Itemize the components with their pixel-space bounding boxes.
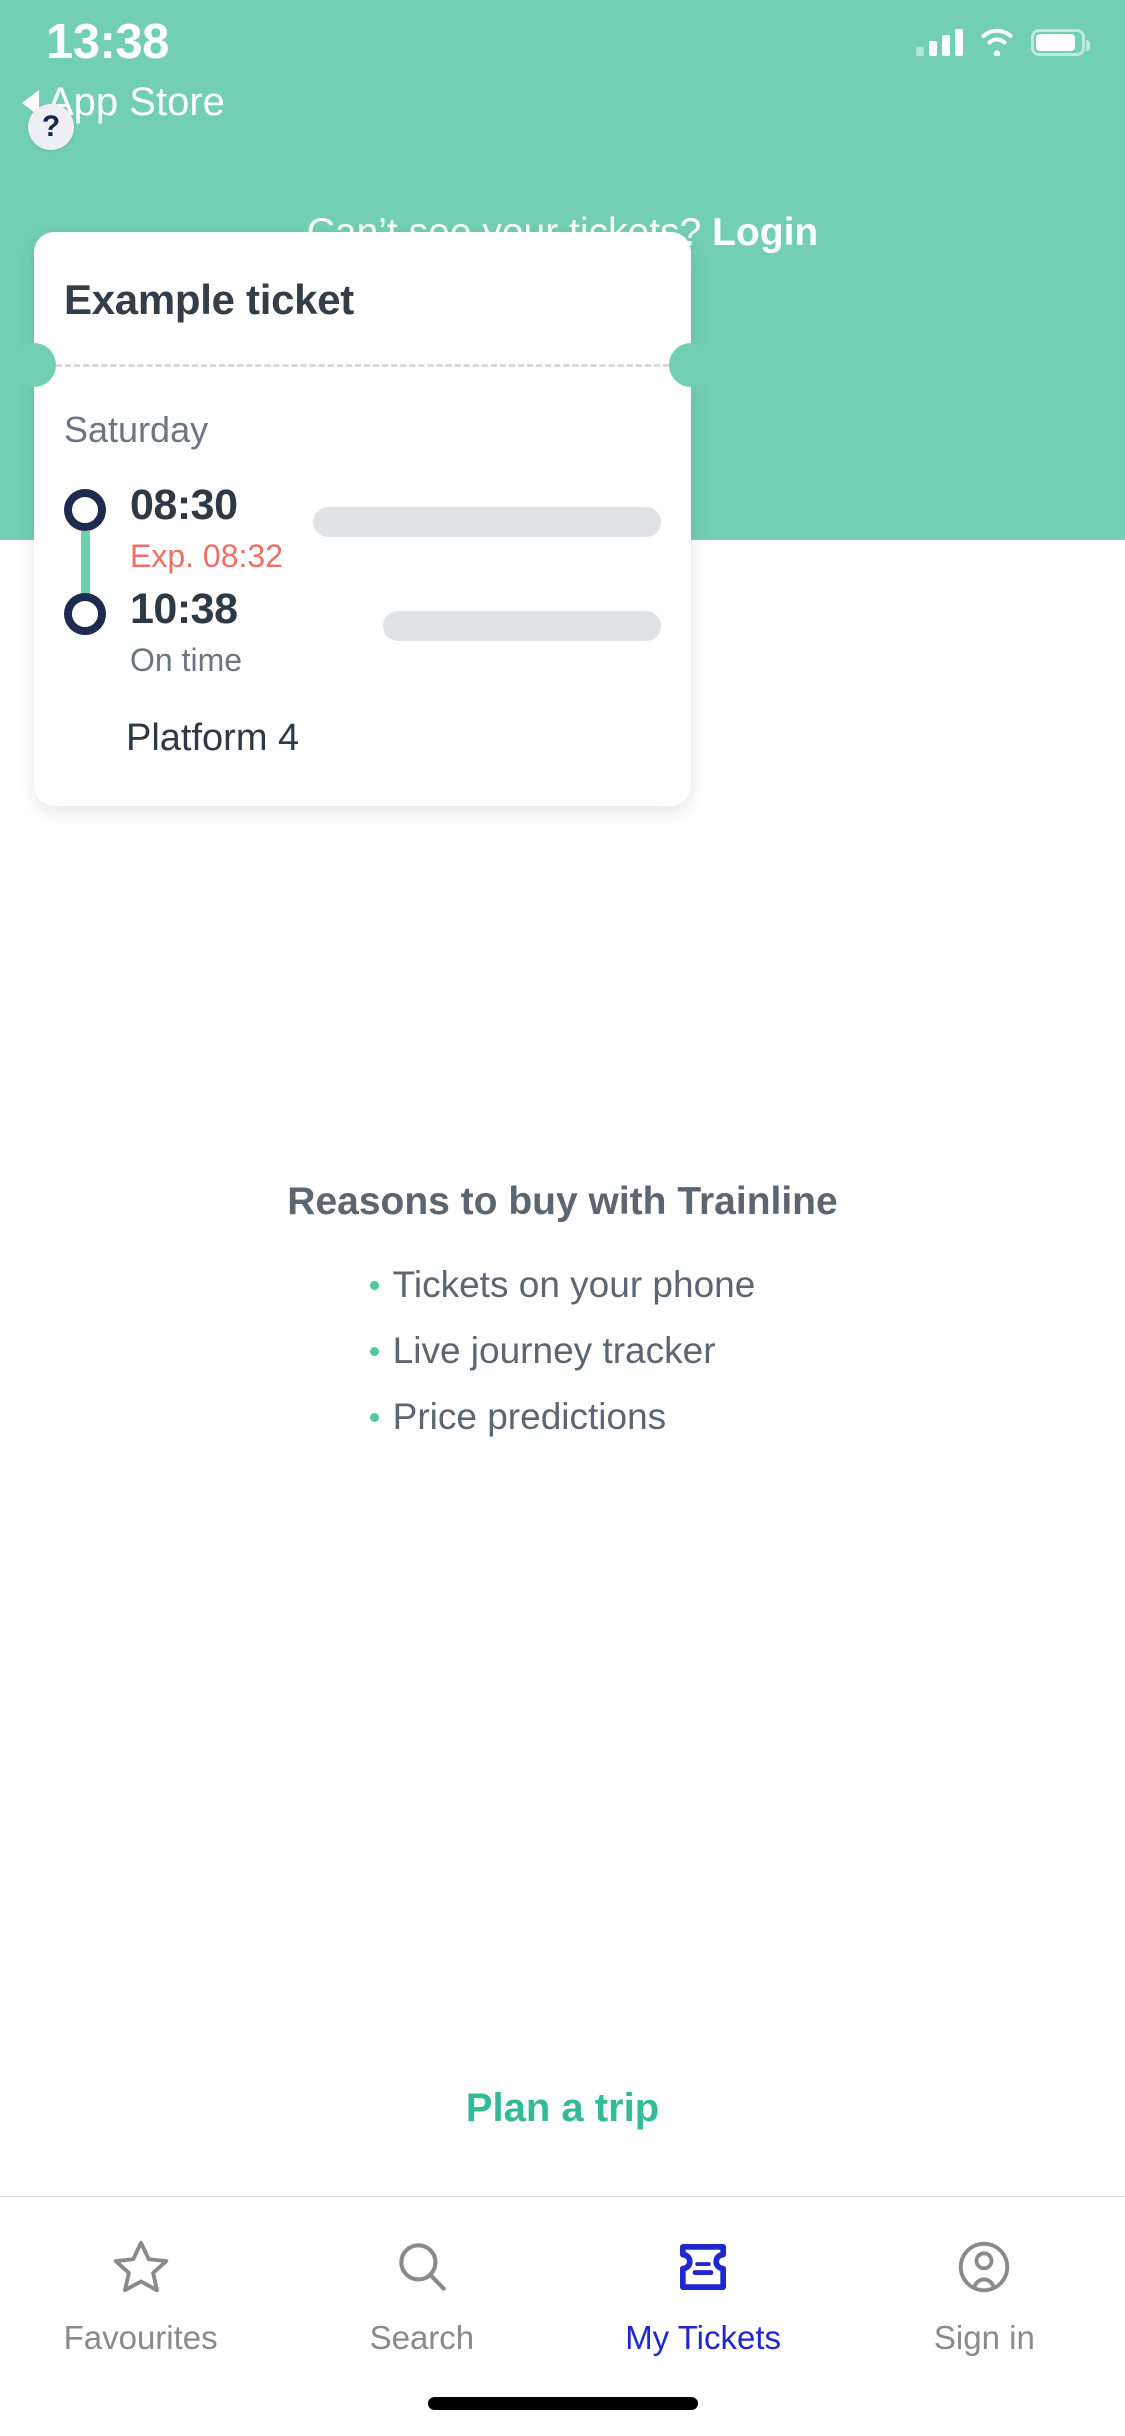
ticket-icon [672, 2233, 734, 2301]
question-mark-icon: ? [41, 110, 61, 143]
status-bar-time: 13:38 [46, 15, 169, 69]
plan-a-trip-button[interactable]: Plan a trip [0, 2086, 1125, 2131]
help-button[interactable]: ? [28, 104, 74, 150]
leg-departure-time: 08:30 [130, 481, 238, 529]
reason-label: Live journey tracker [392, 1330, 716, 1371]
station-name-placeholder [313, 507, 661, 537]
reason-item: Live journey tracker [369, 1318, 756, 1384]
leg-status: On time [130, 642, 243, 679]
reasons-section: Reasons to buy with Trainline Tickets on… [0, 1180, 1125, 1450]
platform-label: Platform 4 [126, 717, 300, 759]
reasons-heading: Reasons to buy with Trainline [287, 1180, 838, 1223]
person-circle-icon [953, 2233, 1015, 2301]
perforation-notch-right [669, 343, 713, 387]
leg-arrival-time: 10:38 [130, 585, 238, 633]
station-name-placeholder [383, 611, 661, 641]
leg-marker-column [64, 587, 126, 635]
leg-info: 10:38 On time [126, 585, 383, 679]
bullet-icon [369, 1280, 379, 1290]
station-dot-icon [64, 593, 106, 635]
back-label: App Store [47, 80, 225, 124]
login-link[interactable]: Login [712, 211, 818, 254]
bullet-icon [369, 1346, 379, 1356]
reasons-list: Tickets on your phone Live journey track… [369, 1252, 756, 1450]
leg-marker-column [64, 483, 126, 635]
reason-label: Tickets on your phone [392, 1264, 756, 1305]
journey-legs: 08:30 Exp. 08:32 10:38 On time [64, 481, 661, 691]
leg-station-placeholder-wrap [313, 483, 661, 537]
search-icon [391, 2233, 453, 2301]
perforation-notch-left [12, 343, 56, 387]
tab-favourites[interactable]: Favourites [0, 2197, 281, 2357]
tab-label: Sign in [933, 2319, 1035, 2356]
home-indicator [427, 2397, 698, 2410]
tab-sign-in[interactable]: Sign in [844, 2197, 1125, 2357]
example-ticket-card[interactable]: Example ticket Saturday 08:30 Exp. 08:32 [12, 232, 713, 806]
journey-day: Saturday [64, 409, 209, 450]
ticket-perforation-divider [12, 343, 713, 387]
tab-label: Search [369, 2319, 475, 2356]
leg-station-placeholder-wrap [383, 587, 661, 641]
journey-leg: 10:38 On time [64, 585, 661, 691]
reason-label: Price predictions [392, 1396, 667, 1437]
ticket-card-body: Saturday 08:30 Exp. 08:32 10:38 On time … [34, 367, 691, 806]
status-bar-indicators [916, 28, 1090, 56]
leg-info: 08:30 Exp. 08:32 [126, 481, 313, 575]
bullet-icon [369, 1412, 379, 1422]
reason-item: Price predictions [369, 1384, 756, 1450]
leg-status: Exp. 08:32 [130, 538, 283, 575]
journey-leg: 08:30 Exp. 08:32 [64, 481, 661, 635]
battery-icon [1031, 28, 1090, 56]
ticket-card-header: Example ticket [34, 232, 691, 364]
tab-label: Favourites [63, 2319, 218, 2356]
bottom-tab-bar: Favourites Search My Tickets Sign in [0, 2196, 1125, 2436]
tab-my-tickets[interactable]: My Tickets [563, 2197, 844, 2357]
status-bar: 13:38 App Store [0, 0, 1125, 124]
station-dot-icon [64, 489, 106, 531]
reason-item: Tickets on your phone [369, 1252, 756, 1318]
ticket-title: Example ticket [64, 276, 354, 323]
star-icon [110, 2233, 172, 2301]
wifi-icon [981, 28, 1013, 56]
tab-search[interactable]: Search [281, 2197, 562, 2357]
signal-icon [916, 28, 963, 56]
tab-label: My Tickets [625, 2319, 782, 2356]
